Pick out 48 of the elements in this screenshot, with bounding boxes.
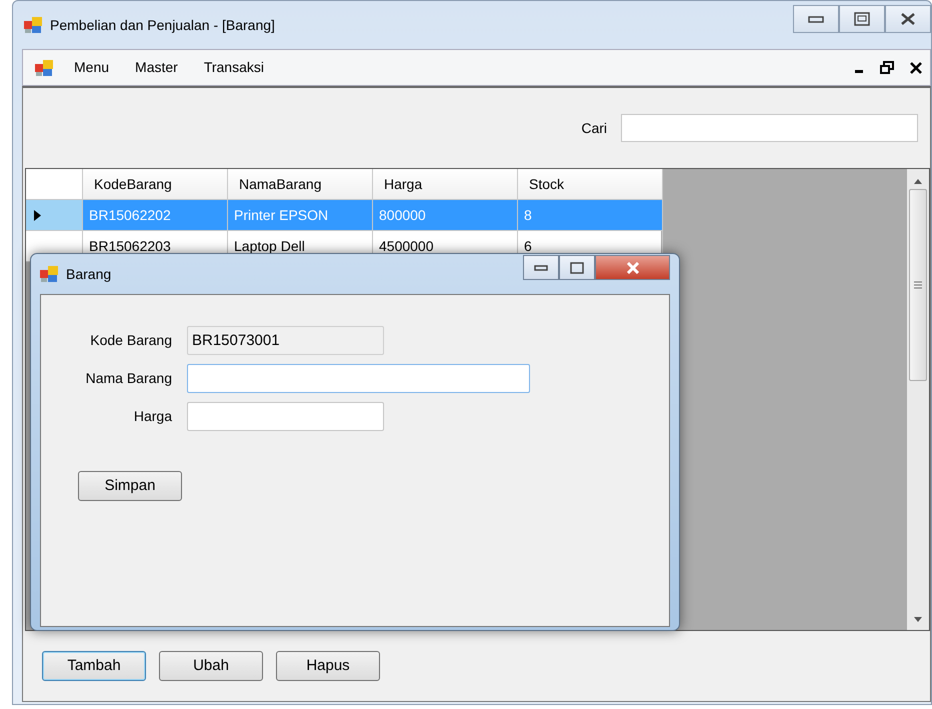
field-label: Nama Barang	[84, 368, 173, 388]
current-row-icon	[34, 210, 41, 220]
scroll-up-icon[interactable]	[913, 177, 923, 185]
scrollbar[interactable]	[907, 169, 929, 630]
search-label: Cari	[581, 118, 607, 138]
column-header[interactable]: NamaBarang	[228, 169, 373, 200]
table-cell: BR15062202	[83, 200, 228, 231]
row-header[interactable]	[26, 200, 83, 231]
action-button[interactable]: Ubah	[159, 651, 263, 681]
restore-icon[interactable]	[880, 61, 894, 74]
table-cell: Printer EPSON	[228, 200, 373, 231]
minimize-button[interactable]	[523, 255, 559, 280]
close-button[interactable]	[885, 5, 931, 33]
column-header[interactable]: KodeBarang	[83, 169, 228, 200]
field-label: Kode Barang	[89, 330, 173, 350]
scroll-down-icon[interactable]	[913, 616, 923, 624]
close-icon[interactable]	[910, 62, 922, 74]
row-header	[26, 169, 83, 200]
table-cell: 800000	[373, 200, 518, 231]
scroll-thumb[interactable]	[909, 189, 927, 381]
minimize-button[interactable]	[793, 5, 839, 33]
app-icon	[40, 266, 58, 282]
input-field[interactable]	[187, 402, 384, 430]
search-field[interactable]	[621, 114, 918, 142]
dialog-title: Barang	[66, 264, 112, 284]
field-label: Harga	[132, 406, 173, 426]
app-icon	[35, 60, 53, 76]
input-field[interactable]	[187, 364, 530, 392]
column-header[interactable]: Stock	[518, 169, 663, 200]
window-title: Pembelian dan Penjualan - [Barang]	[50, 16, 275, 35]
action-button[interactable]: Hapus	[276, 651, 380, 681]
maximize-button[interactable]	[559, 255, 595, 280]
close-icon[interactable]	[900, 12, 916, 26]
menu-item[interactable]: Menu	[61, 57, 122, 78]
column-header[interactable]: Harga	[373, 169, 518, 200]
input-field[interactable]: BR15073001	[187, 326, 384, 354]
action-button[interactable]: Tambah	[42, 651, 146, 681]
menu-item[interactable]: Master	[122, 57, 191, 78]
close-button[interactable]	[595, 255, 670, 280]
maximize-icon[interactable]	[854, 12, 870, 26]
table-cell: 8	[518, 200, 663, 231]
app-icon	[24, 17, 42, 33]
menu-item[interactable]: Transaksi	[190, 57, 277, 78]
save-button[interactable]: Simpan	[78, 471, 182, 501]
minimize-icon[interactable]	[808, 15, 824, 23]
maximize-button[interactable]	[839, 5, 885, 33]
maximize-icon[interactable]	[570, 262, 584, 274]
minimize-icon[interactable]	[534, 264, 548, 270]
